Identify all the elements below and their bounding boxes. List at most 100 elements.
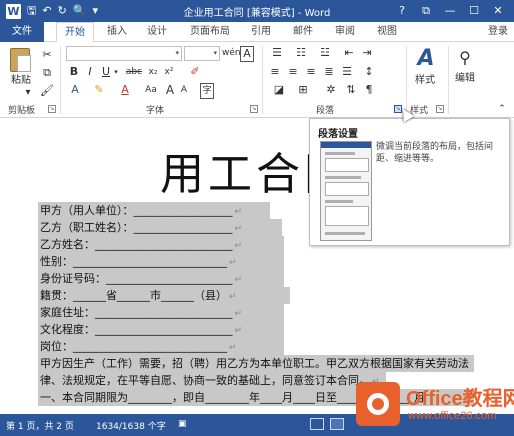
tab-page-layout[interactable]: 页面布局 bbox=[184, 22, 236, 42]
line-spacing-icon[interactable]: ↕ bbox=[362, 65, 376, 79]
doc-line: 家庭住址：_________________________ ↵ bbox=[38, 304, 284, 321]
bullets-icon[interactable]: ☰ bbox=[268, 46, 286, 60]
format-painter-icon[interactable]: 🖌 bbox=[40, 84, 54, 98]
font-group-label: 字体 bbox=[146, 106, 165, 116]
sort-icon[interactable]: ⇅ bbox=[344, 83, 358, 97]
ribbon-display-button[interactable]: ⧉ bbox=[414, 2, 438, 20]
highlight-icon[interactable]: ✎ bbox=[92, 83, 106, 97]
styles-launcher-icon[interactable]: ↘ bbox=[436, 105, 444, 113]
increase-indent-icon[interactable]: ⇥ bbox=[360, 46, 374, 60]
multilevel-list-icon[interactable]: ☳ bbox=[316, 46, 334, 60]
doc-line: 岗位：____________________________ ↵ bbox=[38, 338, 284, 355]
watermark-url: www.office26.com bbox=[408, 410, 497, 422]
align-left-icon[interactable]: ≡ bbox=[268, 65, 282, 79]
thumb-box bbox=[325, 182, 369, 196]
copy-icon[interactable]: ⧉ bbox=[40, 66, 54, 80]
bold-button[interactable]: B bbox=[68, 65, 80, 79]
justify-icon[interactable]: ≣ bbox=[322, 65, 336, 79]
page-count[interactable]: 第 1 页，共 2 页 bbox=[6, 419, 74, 432]
text-effects-button[interactable]: A bbox=[68, 83, 82, 97]
distributed-icon[interactable]: ☰ bbox=[340, 65, 354, 79]
font-color-icon[interactable]: A bbox=[118, 83, 132, 97]
read-mode-icon[interactable] bbox=[310, 418, 324, 430]
tab-references[interactable]: 引用 bbox=[244, 22, 278, 42]
italic-button[interactable]: I bbox=[84, 65, 96, 79]
help-button[interactable]: ? bbox=[390, 2, 414, 20]
doc-line: 乙方（职工姓名）：__________________ ↵ bbox=[38, 219, 282, 236]
ribbon-tabs: 文件 开始 插入 设计 页面布局 引用 邮件 审阅 视图 登录 bbox=[0, 22, 514, 43]
collapse-ribbon-icon[interactable]: ⌃ bbox=[496, 102, 508, 116]
chinese-layout-icon[interactable]: ✲ bbox=[324, 83, 338, 97]
clipboard-launcher-icon[interactable]: ↘ bbox=[48, 105, 56, 113]
doc-line: 性别：____________________________ ↵ bbox=[38, 253, 284, 270]
shrink-font-icon[interactable]: A bbox=[178, 83, 190, 97]
close-button[interactable]: ✕ bbox=[486, 2, 510, 20]
doc-line: 文化程度：_________________________ ↵ bbox=[38, 321, 284, 338]
sign-in-link[interactable]: 登录 bbox=[488, 22, 508, 42]
decrease-indent-icon[interactable]: ⇤ bbox=[342, 46, 356, 60]
tab-insert[interactable]: 插入 bbox=[100, 22, 134, 42]
divider bbox=[60, 46, 61, 114]
character-border-icon[interactable]: A bbox=[240, 46, 254, 62]
editing-button[interactable]: 编辑 bbox=[450, 72, 480, 86]
office-logo-icon bbox=[356, 382, 400, 426]
paragraph-group-label: 段落 bbox=[316, 106, 335, 116]
doc-line: 籍贯：______省______市______（县） ↵ bbox=[38, 287, 290, 304]
styles-button[interactable]: 样式 bbox=[410, 74, 440, 88]
divider bbox=[262, 46, 263, 114]
enclose-characters-icon[interactable]: 字 bbox=[200, 83, 214, 99]
print-layout-icon[interactable] bbox=[330, 418, 344, 430]
font-launcher-icon[interactable]: ↘ bbox=[250, 105, 258, 113]
tab-design[interactable]: 设计 bbox=[140, 22, 174, 42]
align-right-icon[interactable]: ≡ bbox=[304, 65, 318, 79]
change-case-button[interactable]: Aa bbox=[142, 83, 160, 97]
show-marks-icon[interactable]: ¶ bbox=[362, 83, 376, 97]
cut-icon[interactable]: ✂ bbox=[40, 48, 54, 62]
clipboard-group-label: 剪贴板 bbox=[8, 106, 36, 116]
tab-view[interactable]: 视图 bbox=[370, 22, 404, 42]
watermark-brand: Office教程网 bbox=[406, 388, 514, 410]
tab-review[interactable]: 审阅 bbox=[328, 22, 362, 42]
clear-formatting-icon[interactable]: ✐ bbox=[188, 65, 202, 79]
borders-icon[interactable]: ⊞ bbox=[296, 83, 310, 97]
tab-file[interactable]: 文件 bbox=[0, 22, 44, 42]
numbering-icon[interactable]: ☷ bbox=[292, 46, 310, 60]
tab-mailings[interactable]: 邮件 bbox=[286, 22, 320, 42]
maximize-button[interactable]: ☐ bbox=[462, 2, 486, 20]
doc-line: 甲方（用人单位）：__________________ ↵ bbox=[38, 202, 270, 219]
font-size-combo[interactable]: ▾ bbox=[184, 46, 220, 61]
styles-icon[interactable]: A bbox=[414, 46, 438, 72]
thumb-row bbox=[325, 232, 365, 235]
change-case-icon[interactable]: wén bbox=[222, 46, 241, 60]
doc-line: 身份证号码：_______________________ ↵ bbox=[38, 270, 284, 287]
tab-home[interactable]: 开始 bbox=[56, 22, 94, 43]
word-count[interactable]: 1634/1638 个字 bbox=[96, 419, 166, 432]
minimize-button[interactable]: — bbox=[438, 2, 462, 20]
thumb-box bbox=[325, 158, 369, 172]
thumb-titlebar bbox=[321, 142, 371, 148]
proofing-icon[interactable]: ▣ bbox=[178, 419, 187, 429]
font-name-combo[interactable]: ▾ bbox=[66, 46, 182, 61]
align-center-icon[interactable]: ≡ bbox=[286, 65, 300, 79]
divider bbox=[448, 46, 449, 114]
doc-line: 甲方因生产（工作）需要，招（聘）用乙方为本单位职工。甲乙双方根据国家有关劳动法 bbox=[38, 355, 474, 372]
ribbon: 粘贴 ▾ ✂ ⧉ 🖌 剪贴板 ↘ ▾ ▾ wén A B I U ▾ abc x… bbox=[0, 42, 514, 118]
underline-button[interactable]: U bbox=[100, 65, 112, 79]
chevron-down-icon: ▾ bbox=[213, 49, 217, 57]
strikethrough-button[interactable]: abc bbox=[124, 65, 144, 79]
find-icon[interactable]: ⚲ bbox=[455, 48, 475, 68]
grow-font-icon[interactable]: A bbox=[164, 83, 176, 97]
subscript-button[interactable]: x₂ bbox=[146, 65, 160, 79]
doc-line: 乙方姓名：_________________________ ↵ bbox=[38, 236, 284, 253]
dialog-preview-thumbnail bbox=[320, 141, 372, 241]
shading-icon[interactable]: ◪ bbox=[272, 83, 286, 97]
chevron-down-icon: ▾ bbox=[175, 49, 179, 57]
paragraph-settings-tooltip: 段落设置 微调当前段落的布局，包括间距、缩进等等。 bbox=[309, 118, 510, 246]
tooltip-description: 微调当前段落的布局，包括间距、缩进等等。 bbox=[376, 142, 494, 164]
chevron-down-icon[interactable]: ▾ bbox=[112, 65, 120, 79]
divider bbox=[406, 46, 407, 114]
thumb-row bbox=[325, 176, 361, 179]
paste-icon[interactable] bbox=[10, 48, 31, 72]
superscript-button[interactable]: x² bbox=[162, 65, 176, 79]
paste-dropdown-icon[interactable]: ▾ bbox=[22, 86, 34, 100]
